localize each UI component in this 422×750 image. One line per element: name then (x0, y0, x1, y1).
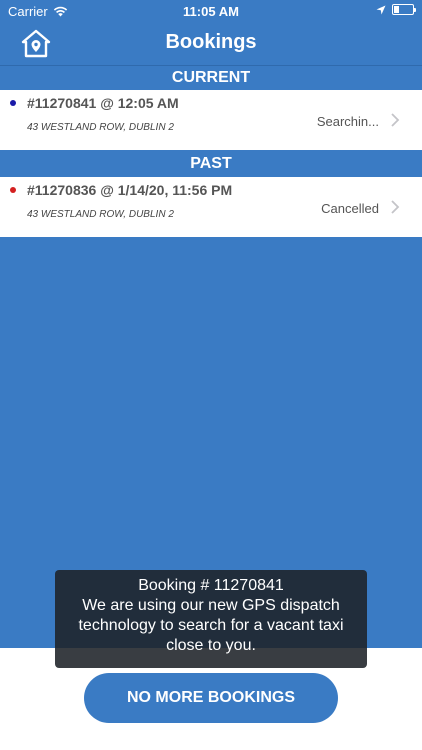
location-arrow-icon (376, 5, 386, 14)
toast-line-4: close to you. (166, 637, 256, 654)
toast-line-2: We are using our new GPS dispatch (82, 597, 340, 614)
booking-title: #11270841 @ 12:05 AM (27, 95, 179, 111)
booking-status-dot (10, 187, 16, 193)
booking-address: 43 WESTLAND ROW, DUBLIN 2 (27, 122, 174, 133)
no-more-bookings-button[interactable]: NO MORE BOOKINGS (84, 673, 338, 723)
booking-address: 43 WESTLAND ROW, DUBLIN 2 (27, 209, 174, 220)
booking-status: Cancelled (321, 201, 379, 216)
status-right (376, 4, 416, 15)
page-title: Bookings (165, 31, 257, 53)
booking-row-current[interactable]: #11270841 @ 12:05 AM 43 WESTLAND ROW, DU… (0, 90, 422, 150)
booking-title: #11270836 @ 1/14/20, 11:56 PM (27, 182, 233, 198)
toast-message: Booking # 11270841 We are using our new … (55, 570, 367, 668)
chevron-right-icon (391, 113, 400, 127)
section-header-past: PAST (0, 152, 422, 176)
booking-status-dot (10, 100, 16, 106)
section-header-current: CURRENT (0, 66, 422, 90)
toast-line-1: Booking # 11270841 (138, 577, 284, 594)
status-bar: Carrier 11:05 AM (0, 0, 422, 22)
toast-line-3: technology to search for a vacant taxi (78, 617, 344, 634)
chevron-right-icon (391, 200, 400, 214)
booking-status: Searchin... (316, 114, 379, 129)
battery-icon (392, 4, 416, 15)
booking-row-past[interactable]: #11270836 @ 1/14/20, 11:56 PM 43 WESTLAN… (0, 177, 422, 237)
status-time: 11:05 AM (183, 4, 239, 19)
nav-bar: Bookings (0, 22, 422, 66)
